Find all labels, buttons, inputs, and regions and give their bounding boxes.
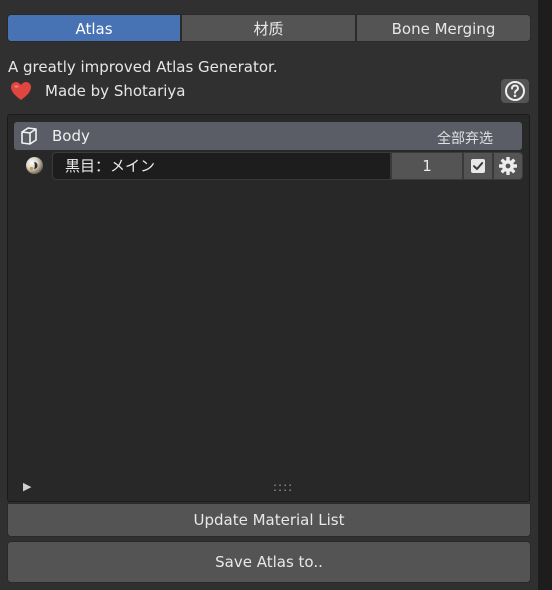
cube-icon [18,125,40,147]
checkbox-icon [471,159,485,173]
tab-bone-merging[interactable]: Bone Merging [356,14,531,42]
object-group-label: Body [52,127,90,145]
tab-materials[interactable]: 材质 [181,14,356,42]
save-atlas-button[interactable]: Save Atlas to.. [7,541,531,583]
region-edge [538,0,552,590]
material-sphere-icon [25,156,44,175]
update-material-list-button[interactable]: Update Material List [7,503,531,537]
expand-options-toggle[interactable]: ▶ [23,480,31,493]
help-icon [505,81,525,101]
credit-text: Made by Shotariya [45,82,186,100]
tab-atlas[interactable]: Atlas [7,14,181,42]
material-value-field[interactable]: 1 [391,152,463,180]
help-button[interactable] [501,79,529,103]
material-name-field[interactable]: 黒目：メイン [52,152,391,180]
gear-icon [499,157,517,175]
heart-icon [9,80,33,102]
atlas-panel: Atlas 材质 Bone Merging A greatly improved… [0,0,538,590]
material-include-toggle[interactable] [463,152,493,180]
material-settings-button[interactable] [493,152,523,180]
list-resize-grip[interactable]: :::: [273,480,293,494]
deselect-all-button[interactable]: 全部弃选 [437,128,493,148]
tab-bar: Atlas 材质 Bone Merging [7,14,531,44]
description-text: A greatly improved Atlas Generator. [8,58,278,76]
